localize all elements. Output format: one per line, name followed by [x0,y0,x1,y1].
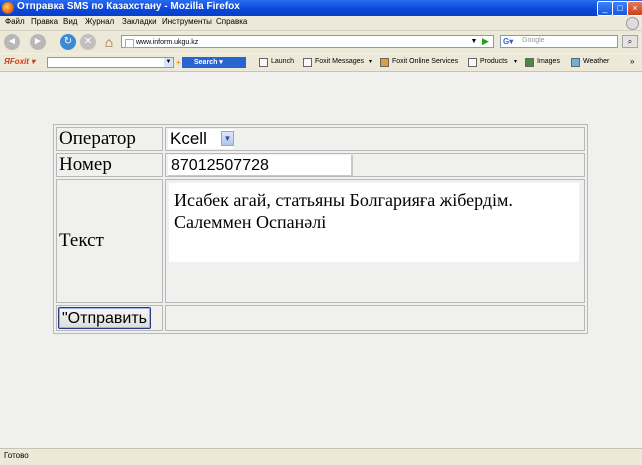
toolbar-products[interactable]: Products [480,58,508,65]
url-text: www.inform.ukgu.kz [136,39,199,46]
home-icon[interactable]: ⌂ [101,34,117,50]
menu-help[interactable]: Справка [216,17,247,26]
window-title: Отправка SMS по Казахстану - Mozilla Fir… [17,1,240,12]
maximize-button[interactable]: □ [612,1,628,16]
foxit-logo-icon[interactable]: ЯFoxit ▾ [4,57,35,66]
text-cell: Исабек агай, статьяны Болгарияға жіберді… [165,179,585,303]
activity-throbber-icon [626,17,639,30]
text-label: Текст [56,179,163,303]
images-icon [525,58,534,67]
number-label: Номер [56,153,163,177]
chevron-down-icon[interactable]: ▼ [221,131,234,146]
reload-icon[interactable]: ↻ [60,34,76,50]
toolbar-launch[interactable]: Launch [271,58,294,65]
foxit-search-label: Search [194,59,218,66]
send-cell: "Отправить [56,305,163,331]
foxit-search-field[interactable]: ▼ [47,57,174,68]
number-cell: 87012507728 [165,153,585,177]
number-input[interactable]: 87012507728 [168,155,353,176]
firefox-icon [2,2,14,14]
toolbar-foxit-messages[interactable]: Foxit Messages [315,58,364,65]
page-content: Оператор Kcell ▼ Номер 87012507728 Текст… [0,72,642,448]
toolbar-overflow-icon[interactable]: » [630,57,634,66]
operator-value: Kcell [170,129,207,148]
title-bar: Отправка SMS по Казахстану - Mozilla Fir… [0,0,642,16]
menu-bookmarks[interactable]: Закладки [122,17,157,26]
foxit-plus-icon: + [176,58,181,67]
foxit-search-button[interactable]: Search ▾ [182,57,246,68]
toolbar-weather[interactable]: Weather [583,58,609,65]
go-icon[interactable]: ▶ [482,36,492,47]
google-engine-icon[interactable]: G▾ [503,37,513,46]
search-input[interactable]: G▾ Google [500,35,618,48]
operator-cell: Kcell ▼ [165,127,585,151]
menu-view[interactable]: Вид [63,17,77,26]
operator-label: Оператор [56,127,163,151]
url-dropdown-icon[interactable]: ▼ [469,36,479,47]
menu-edit[interactable]: Правка [31,17,58,26]
sms-form: Оператор Kcell ▼ Номер 87012507728 Текст… [53,124,588,334]
minimize-button[interactable]: _ [597,1,613,16]
toolbar-images[interactable]: Images [537,58,560,65]
stop-icon[interactable]: ✕ [80,34,96,50]
menu-bar: Файл Правка Вид Журнал Закладки Инструме… [0,16,642,31]
status-bar: Готово [0,448,642,465]
forward-icon[interactable]: ► [30,34,46,50]
close-button[interactable]: × [627,1,642,16]
menu-file[interactable]: Файл [5,17,25,26]
menu-tools[interactable]: Инструменты [162,17,212,26]
status-text: Готово [4,451,29,460]
launch-icon [259,58,268,67]
products-dropdown-icon[interactable]: ▾ [514,58,517,65]
menu-history[interactable]: Журнал [85,17,114,26]
send-button[interactable]: "Отправить [58,307,152,329]
toolbar-foxit-online-services[interactable]: Foxit Online Services [392,58,458,65]
weather-icon [571,58,580,67]
messages-dropdown-icon[interactable]: ▾ [369,58,372,65]
back-icon[interactable]: ◄ [4,34,20,50]
search-go-icon[interactable]: ⌕ [622,35,638,48]
foxit-search-dropdown-icon[interactable]: ▼ [164,58,173,67]
message-textarea[interactable]: Исабек агай, статьяны Болгарияға жіберді… [169,183,579,262]
page-favicon-icon [125,39,134,48]
products-icon [468,58,477,67]
online-services-icon [380,58,389,67]
operator-select[interactable]: Kcell ▼ [168,129,234,149]
empty-cell [165,305,585,331]
url-input[interactable]: www.inform.ukgu.kz [121,35,494,48]
search-placeholder: Google [522,37,545,44]
messages-icon [303,58,312,67]
